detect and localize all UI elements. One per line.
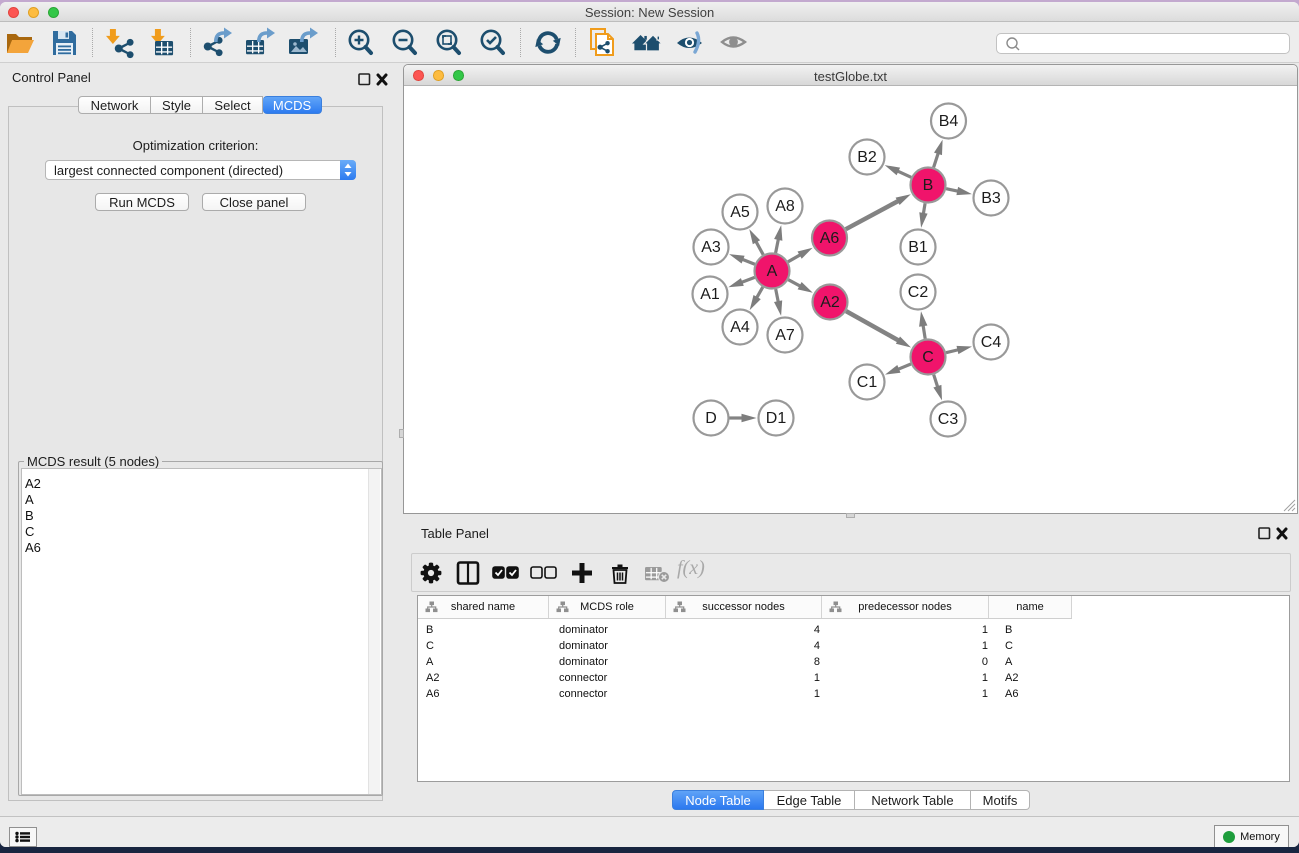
svg-text:C1: C1 bbox=[857, 374, 878, 391]
svg-text:C3: C3 bbox=[938, 411, 959, 428]
svg-text:A8: A8 bbox=[775, 198, 795, 215]
svg-text:A2: A2 bbox=[820, 294, 840, 311]
svg-text:B2: B2 bbox=[857, 149, 877, 166]
svg-text:D: D bbox=[705, 410, 717, 427]
svg-text:D1: D1 bbox=[766, 410, 787, 427]
svg-text:B4: B4 bbox=[939, 113, 959, 130]
svg-text:B: B bbox=[923, 177, 934, 194]
svg-text:A7: A7 bbox=[775, 327, 795, 344]
svg-text:B1: B1 bbox=[908, 239, 928, 256]
svg-text:A: A bbox=[767, 263, 778, 280]
svg-text:A4: A4 bbox=[730, 319, 750, 336]
svg-text:C: C bbox=[922, 349, 934, 366]
svg-text:C4: C4 bbox=[981, 334, 1002, 351]
svg-text:B3: B3 bbox=[981, 190, 1001, 207]
svg-text:A1: A1 bbox=[700, 286, 720, 303]
svg-text:A6: A6 bbox=[820, 230, 840, 247]
svg-text:C2: C2 bbox=[908, 284, 929, 301]
svg-text:A5: A5 bbox=[730, 204, 750, 221]
svg-text:A3: A3 bbox=[701, 239, 721, 256]
